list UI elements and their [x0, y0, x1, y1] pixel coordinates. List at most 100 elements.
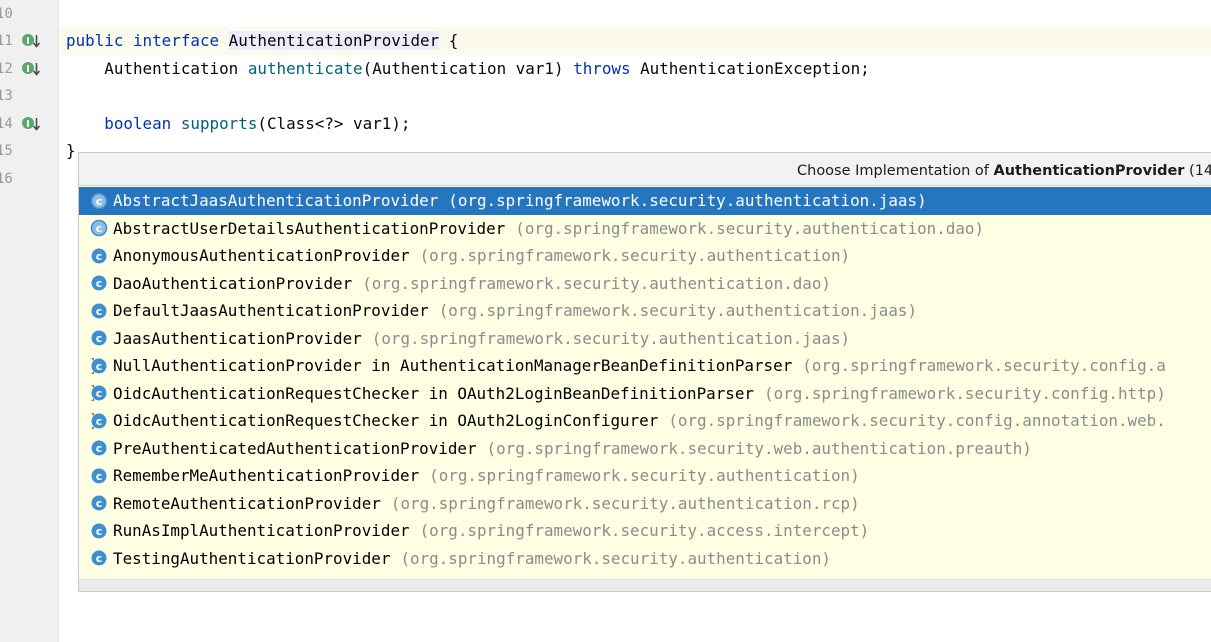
implementation-package: (org.springframework.security.authentica… — [515, 218, 985, 238]
svg-text:I: I — [26, 36, 30, 47]
code-line-close-brace[interactable]: } — [66, 137, 76, 165]
line-number: 14 — [0, 116, 13, 132]
svg-text:c: c — [96, 525, 103, 538]
implemented-by-icon[interactable]: I — [21, 60, 41, 78]
inner-class-icon: c — [91, 385, 107, 402]
code-line-interface-declaration[interactable]: public interface AuthenticationProvider … — [66, 27, 458, 55]
svg-text:I: I — [26, 64, 30, 75]
svg-text:c: c — [96, 250, 103, 263]
implementation-name: AbstractJaasAuthenticationProvider — [113, 191, 439, 210]
abstract-class-icon: c — [90, 220, 108, 237]
implementation-item[interactable]: c RemoteAuthenticationProvider (org.spring… — [79, 490, 1211, 518]
method-name[interactable]: authenticate — [248, 59, 363, 78]
implementation-item[interactable]: c NullAuthenticationProvider in Authentic… — [79, 352, 1211, 380]
implementation-item[interactable]: c TestingAuthenticationProvider (org.sprin… — [79, 545, 1211, 573]
keyword: interface — [132, 31, 220, 50]
implementation-item[interactable]: c AbstractUserDetailsAuthenticationProvid… — [79, 215, 1211, 243]
implementation-item[interactable]: c RunAsImplAuthenticationProvider (org.spr… — [79, 517, 1211, 545]
implementation-package: (org.springframework.security.config.ann… — [668, 411, 1166, 430]
implementation-package: (org.springframework.security.authentica… — [419, 246, 851, 265]
implementation-item[interactable]: c OidcAuthenticationRequestChecker in OAu… — [79, 380, 1211, 408]
svg-text:c: c — [96, 222, 103, 235]
implementation-name: DefaultJaasAuthenticationProvider — [113, 301, 429, 320]
method-name[interactable]: supports — [181, 114, 258, 133]
svg-text:c: c — [96, 470, 103, 483]
implementation-name: OidcAuthenticationRequestChecker in OAut… — [113, 411, 659, 430]
exception-type: AuthenticationException; — [640, 59, 870, 78]
implemented-by-icon[interactable]: I — [21, 32, 41, 50]
popup-footer — [79, 579, 1211, 591]
implementation-name: AbstractUserDetailsAuthenticationProvide… — [113, 218, 506, 238]
line-number: 16 — [0, 171, 13, 187]
implementation-package: (org.springframework.security.authentica… — [429, 466, 860, 485]
svg-text:c: c — [96, 332, 103, 345]
code-line-supports-method[interactable]: boolean supports(Class<?> var1); — [66, 110, 410, 138]
keyword: throws — [573, 59, 631, 78]
implementation-package: (org.springframework.security.authentica… — [362, 273, 831, 293]
svg-text:c: c — [96, 305, 103, 318]
line-number: 11 — [0, 33, 13, 49]
class-icon: c — [91, 303, 107, 319]
implementation-item[interactable]: c AbstractJaasAuthenticationProvider (org.… — [79, 187, 1211, 215]
line-number: 10 — [0, 6, 13, 22]
implementation-package: (org.springframework.security.authentica… — [390, 493, 860, 513]
implementation-item[interactable]: c DaoAuthenticationProvider (org.springfra… — [79, 270, 1211, 298]
implementation-item[interactable]: c RememberMeAuthenticationProvider (org.sp… — [79, 462, 1211, 490]
svg-text:c: c — [96, 360, 103, 373]
return-type: Authentication — [104, 59, 239, 78]
svg-text:c: c — [96, 552, 103, 565]
popup-title: Choose Implementation of AuthenticationP… — [79, 153, 1211, 186]
implementation-package: (org.springframework.security.access.int… — [419, 521, 870, 540]
inner-class-icon: c — [91, 357, 107, 374]
implementation-item[interactable]: c DefaultJaasAuthenticationProvider (org.s… — [79, 297, 1211, 325]
implementation-package: (org.springframework.security.config.a — [802, 356, 1166, 375]
open-brace: { — [439, 31, 459, 50]
implementation-package: (org.springframework.security.config.htt… — [764, 383, 1166, 403]
implementation-package: (org.springframework.security.authentica… — [448, 191, 927, 210]
close-brace: } — [66, 141, 76, 160]
class-icon: c — [91, 330, 107, 346]
implementation-item[interactable]: c AnonymousAuthenticationProvider (org.spr… — [79, 242, 1211, 270]
class-icon: c — [91, 523, 107, 539]
svg-text:c: c — [96, 277, 103, 290]
class-icon: c — [91, 495, 107, 511]
implemented-by-icon[interactable]: I — [21, 115, 41, 133]
implementation-name: OidcAuthenticationRequestChecker in OAut… — [113, 383, 754, 403]
implementation-name: RunAsImplAuthenticationProvider — [113, 521, 410, 540]
abstract-class-icon: c — [90, 192, 108, 209]
implementation-item[interactable]: c PreAuthenticatedAuthenticationProvider (… — [79, 435, 1211, 463]
implementation-name: NullAuthenticationProvider in Authentica… — [113, 356, 793, 375]
class-icon: c — [91, 468, 107, 484]
implementation-package: (org.springframework.security.web.authen… — [486, 438, 1032, 458]
svg-text:c: c — [96, 387, 103, 400]
implementation-name: AnonymousAuthenticationProvider — [113, 246, 410, 265]
line-number: 13 — [0, 88, 13, 104]
popup-title-target: AuthenticationProvider — [993, 163, 1185, 179]
inner-class-icon: c — [91, 412, 107, 429]
class-icon: c — [91, 440, 107, 456]
implementation-name: RemoteAuthenticationProvider — [113, 493, 381, 513]
implementation-package: (org.springframework.security.authentica… — [371, 328, 851, 348]
implementation-list[interactable]: c AbstractJaasAuthenticationProvider (org.… — [79, 187, 1211, 572]
line-number: 15 — [0, 143, 13, 159]
code-line-authenticate-method[interactable]: Authentication authenticate(Authenticati… — [66, 55, 870, 83]
implementation-package: (org.springframework.security.authentica… — [400, 548, 831, 568]
class-icon: c — [91, 275, 107, 291]
keyword: public — [66, 31, 124, 50]
implementation-name: JaasAuthenticationProvider — [113, 328, 362, 348]
choose-implementation-popup[interactable]: Choose Implementation of AuthenticationP… — [78, 152, 1211, 592]
implementation-package: (org.springframework.security.authentica… — [438, 301, 918, 320]
method-params: (Authentication var1) — [362, 59, 564, 78]
class-icon: c — [91, 550, 107, 566]
method-params: (Class<?> var1); — [257, 114, 411, 133]
line-number: 12 — [0, 61, 13, 77]
svg-text:I: I — [26, 119, 30, 130]
implementation-name: RememberMeAuthenticationProvider — [113, 466, 420, 485]
implementation-item[interactable]: c OidcAuthenticationRequestChecker in OAu… — [79, 407, 1211, 435]
interface-name[interactable]: AuthenticationProvider — [228, 31, 440, 50]
implementation-item[interactable]: c JaasAuthenticationProvider (org.springfr… — [79, 325, 1211, 353]
svg-text:c: c — [96, 442, 103, 455]
implementation-name: DaoAuthenticationProvider — [113, 273, 353, 293]
implementation-name: PreAuthenticatedAuthenticationProvider — [113, 438, 477, 458]
svg-text:c: c — [96, 415, 103, 428]
